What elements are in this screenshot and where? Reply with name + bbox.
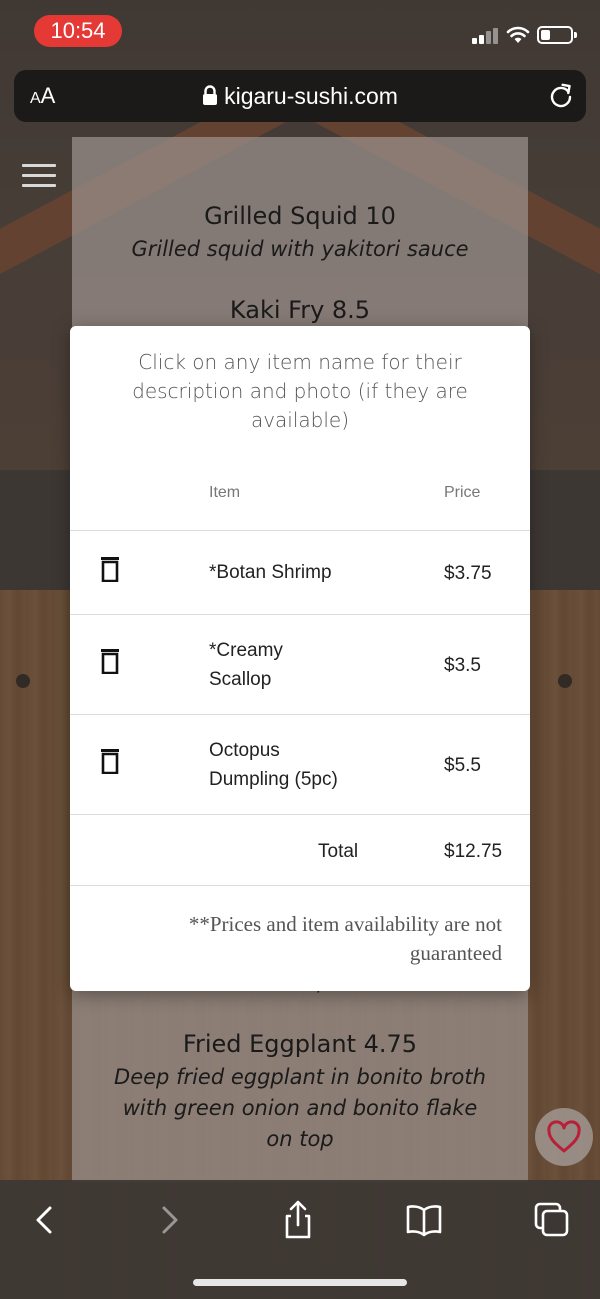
- dish-description: Grilled squid with yakitori sauce: [131, 237, 469, 261]
- modal-intro-text: Click on any item name for their descrip…: [132, 350, 468, 432]
- order-modal: Click on any item name for their descrip…: [70, 326, 530, 991]
- chevron-right-icon[interactable]: [148, 1198, 192, 1242]
- cellular-signal-icon: [472, 28, 500, 44]
- lock-icon: [203, 85, 218, 106]
- row-divider: [70, 614, 530, 615]
- cart-item-price: $3.75: [444, 563, 492, 584]
- row-divider: [70, 530, 530, 531]
- url-display[interactable]: kigaru-sushi.com: [14, 70, 586, 122]
- battery-level: [541, 30, 550, 40]
- status-bar: 10:54: [0, 0, 600, 62]
- column-header-item: Item: [209, 484, 241, 501]
- cart-item-name[interactable]: Octopus Dumpling (5pc): [209, 736, 359, 794]
- cart-item-price: $5.5: [444, 755, 481, 776]
- wifi-icon: [506, 26, 530, 43]
- column-header-price: Price: [444, 484, 481, 501]
- dish-title: Grilled Squid 10: [204, 202, 396, 230]
- cart-item-name[interactable]: *Creamy Scallop: [209, 636, 319, 694]
- trash-icon[interactable]: [100, 748, 120, 774]
- price-disclaimer: **Prices and item availability are not g…: [188, 912, 502, 965]
- total-value: $12.75: [444, 841, 503, 862]
- row-divider: [70, 885, 530, 886]
- heart-icon: [547, 1120, 581, 1153]
- trash-icon[interactable]: [100, 556, 120, 582]
- url-text: kigaru-sushi.com: [224, 83, 398, 109]
- dish-description: Deep fried eggplant in bonito broth with…: [114, 1065, 486, 1151]
- cart-item-price: $3.5: [444, 655, 481, 676]
- share-icon[interactable]: [276, 1198, 320, 1242]
- reload-icon[interactable]: [548, 83, 574, 109]
- cart-item-name[interactable]: *Botan Shrimp: [209, 558, 359, 587]
- total-label: Total: [318, 841, 359, 862]
- home-indicator[interactable]: [193, 1279, 407, 1286]
- hamburger-menu-icon[interactable]: [22, 164, 56, 188]
- status-time: 10:54: [34, 15, 122, 47]
- row-divider: [70, 714, 530, 715]
- trash-icon[interactable]: [100, 648, 120, 674]
- row-divider: [70, 814, 530, 815]
- dish-title: Fried Eggplant 4.75: [182, 1030, 418, 1058]
- address-bar[interactable]: AA kigaru-sushi.com: [14, 70, 586, 122]
- favorite-button[interactable]: [535, 1108, 593, 1166]
- book-icon[interactable]: [402, 1198, 446, 1242]
- dish-title: Kaki Fry 8.5: [229, 296, 371, 324]
- battery-icon: [537, 26, 577, 44]
- tabs-icon[interactable]: [530, 1198, 574, 1242]
- chevron-left-icon[interactable]: [22, 1198, 66, 1242]
